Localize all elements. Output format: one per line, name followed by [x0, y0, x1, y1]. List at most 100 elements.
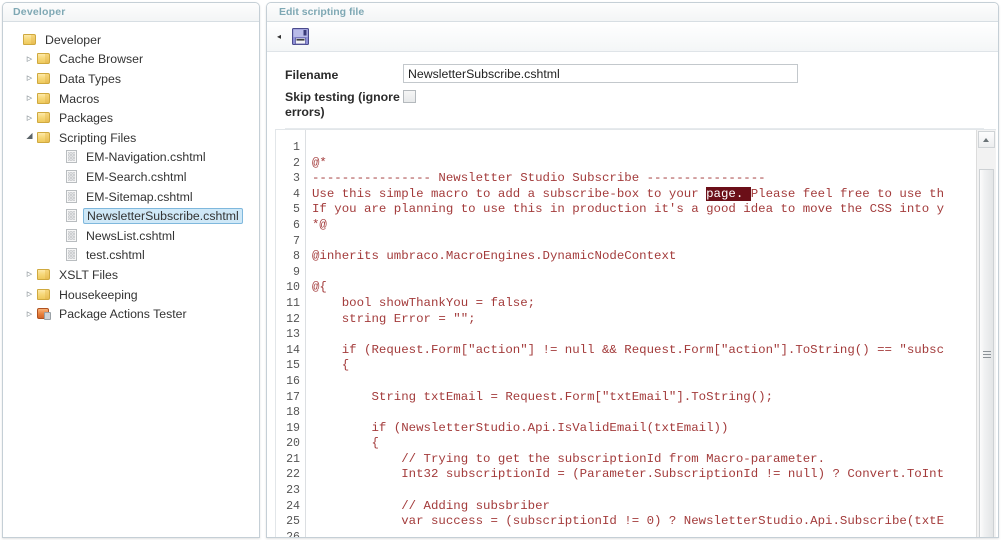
skip-testing-label: Skip testing (ignore errors) [285, 90, 400, 119]
line-number: 25 [286, 515, 300, 529]
tree-item-label: test.cshtml [86, 248, 145, 263]
chevron-right-icon[interactable] [23, 269, 36, 280]
chevron-right-icon[interactable] [23, 113, 36, 124]
line-number: 7 [293, 234, 300, 248]
folder-icon [36, 131, 52, 145]
tree-item-label: Housekeeping [59, 287, 138, 302]
tree-item-scripting-files[interactable]: Scripting Files [3, 128, 259, 148]
tree-item-label: Packages [59, 111, 114, 126]
line-number: 6 [293, 218, 300, 232]
tree-item-label: EM-Sitemap.cshtml [86, 189, 193, 204]
code-text: Use this simple macro to add a subscribe… [312, 186, 707, 201]
line-number: 2 [293, 156, 300, 170]
filename-input[interactable] [403, 64, 798, 83]
tree-item-label: EM-Navigation.cshtml [86, 150, 206, 165]
line-number: 15 [286, 359, 300, 373]
line-number: 19 [286, 421, 300, 435]
tree-item-em-sitemap-cshtml[interactable]: EM-Sitemap.cshtml [3, 187, 259, 207]
line-number: 5 [293, 203, 300, 217]
tree-item-cache-browser[interactable]: Cache Browser [3, 50, 259, 70]
code-line: string Error = ""; [312, 311, 476, 326]
skip-testing-checkbox[interactable] [403, 90, 416, 103]
code-line: @* [312, 155, 327, 170]
tree-item-newslist-cshtml[interactable]: NewsList.cshtml [3, 226, 259, 246]
tree-item-developer[interactable]: Developer [3, 30, 259, 50]
chevron-right-icon[interactable] [23, 54, 36, 65]
line-number: 23 [286, 484, 300, 498]
scrollbar-track[interactable] [978, 149, 995, 537]
script-file-icon [64, 248, 79, 262]
tree-item-data-types[interactable]: Data Types [3, 69, 259, 89]
line-number: 22 [286, 468, 300, 482]
tree-item-label: Package Actions Tester [59, 307, 187, 322]
tree-item-label: Scripting Files [59, 130, 137, 145]
folder-icon [36, 52, 52, 66]
code-line: // Trying to get the subscriptionId from… [312, 451, 826, 466]
edit-panel-header: Edit scripting file [267, 3, 998, 22]
code-content[interactable]: @* ---------------- Newsletter Studio Sub… [306, 130, 977, 537]
line-number: 26 [276, 530, 300, 537]
save-floppy-icon[interactable] [291, 27, 310, 46]
code-line: { [312, 358, 350, 373]
tree-item-housekeeping[interactable]: Housekeeping [3, 285, 259, 305]
scrollbar-thumb[interactable] [979, 169, 994, 537]
developer-tree-panel: Developer Developer Cache Browser Data Typ… [2, 2, 260, 538]
filename-label: Filename [285, 68, 339, 82]
scroll-up-arrow-icon[interactable] [978, 131, 995, 148]
package-icon [36, 307, 52, 321]
code-line: if (Request.Form["action"] != null && Re… [312, 342, 945, 357]
editor-vertical-scrollbar[interactable] [976, 130, 996, 537]
code-line: { [312, 436, 379, 451]
script-file-icon [64, 169, 79, 184]
line-number: 4 [293, 187, 300, 201]
line-number: 24 [286, 499, 300, 513]
tree-item-label: Data Types [59, 71, 121, 86]
collapse-left-icon[interactable] [273, 32, 285, 41]
file-properties-form: Filename Skip testing (ignore errors) [267, 52, 998, 129]
tree-item-em-navigation-cshtml[interactable]: EM-Navigation.cshtml [3, 148, 259, 168]
code-selection: page. [706, 186, 751, 201]
code-line: @inherits umbraco.MacroEngines.DynamicNo… [312, 249, 677, 264]
code-line: *@ [312, 217, 327, 232]
chevron-right-icon[interactable] [23, 289, 36, 300]
skip-testing-row: Skip testing (ignore errors) [267, 86, 998, 120]
folder-icon [36, 92, 52, 106]
line-number: 8 [293, 250, 300, 264]
line-number: 12 [286, 312, 300, 326]
tree-item-newslettersubscribe-cshtml[interactable]: NewsletterSubscribe.cshtml [3, 206, 259, 226]
line-number: 11 [286, 296, 300, 310]
tree-item-label: NewsletterSubscribe.cshtml [83, 208, 243, 225]
tree-item-test-cshtml[interactable]: test.cshtml [3, 246, 259, 266]
chevron-right-icon[interactable] [23, 309, 36, 320]
folder-icon [22, 33, 38, 47]
chevron-right-icon[interactable] [23, 93, 36, 104]
code-line: var success = (subscriptionId != 0) ? Ne… [312, 514, 945, 529]
tree-item-package-actions-tester[interactable]: Package Actions Tester [3, 304, 259, 324]
tree-item-packages[interactable]: Packages [3, 108, 259, 128]
line-number: 18 [286, 406, 300, 420]
script-file-icon [64, 209, 79, 223]
code-line: Use this simple macro to add a subscribe… [312, 186, 977, 203]
tree-panel-header: Developer [3, 3, 259, 22]
code-line: Int32 subscriptionId = (Parameter.Subscr… [312, 467, 945, 482]
folder-icon [36, 111, 52, 125]
tree-item-label: Macros [59, 91, 100, 106]
code-line: @{ [312, 280, 327, 295]
chevron-right-icon[interactable] [23, 73, 36, 84]
chevron-down-icon[interactable] [23, 134, 36, 142]
code-line: if (NewsletterStudio.Api.IsValidEmail(tx… [312, 420, 729, 435]
tree-item-macros[interactable]: Macros [3, 89, 259, 109]
tree-item-xslt-files[interactable]: XSLT Files [3, 265, 259, 285]
line-number: 17 [286, 390, 300, 404]
code-editor-container: 1 2 3 4 5 6 7 8 9 10 11 12 13 14 15 16 17 18 19 20 21 22 23 24 2… [275, 129, 996, 537]
tree-item-em-search-cshtml[interactable]: EM-Search.cshtml [3, 167, 259, 187]
code-editor[interactable]: 1 2 3 4 5 6 7 8 9 10 11 12 13 14 15 16 17 18 19 20 21 22 23 24 2… [276, 130, 977, 537]
script-file-icon [64, 189, 79, 204]
code-line: If you are planning to use this in produ… [312, 202, 945, 217]
